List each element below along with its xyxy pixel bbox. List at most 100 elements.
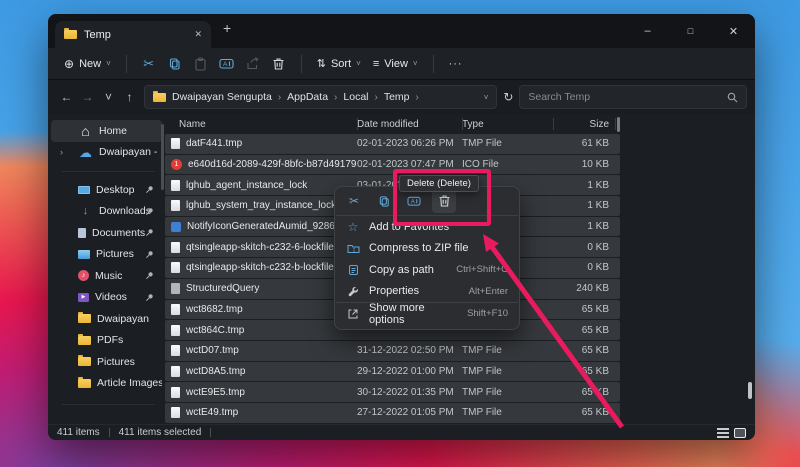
share-button[interactable]	[240, 52, 266, 76]
file-date-modified: 27-12-2022 01:05 PM	[357, 407, 462, 418]
sidebar-item-icon	[78, 124, 93, 138]
view-button[interactable]: ≡ View ˅	[367, 54, 424, 74]
view-button-label: View	[384, 58, 408, 70]
column-divider[interactable]	[553, 118, 554, 130]
breadcrumb-segment[interactable]: Temp	[384, 91, 410, 103]
search-input[interactable]	[528, 91, 721, 103]
file-row[interactable]: wctE49.tmp 27-12-2022 01:05 PM TMP File …	[165, 403, 620, 423]
expand-chevron-icon[interactable]: ›	[60, 147, 63, 157]
trash-icon	[272, 57, 285, 71]
sidebar-item-icon	[78, 186, 90, 194]
forward-button[interactable]: →	[77, 85, 98, 109]
sidebar-item-pictures[interactable]: › Pictures	[51, 351, 162, 373]
context-menu-item-properties[interactable]: Properties Alt+Enter	[335, 281, 519, 303]
sidebar-item-icon	[78, 146, 93, 159]
file-size: 61 KB	[553, 138, 615, 149]
sidebar-item-icon	[78, 293, 89, 302]
copy-button[interactable]	[162, 52, 188, 76]
details-view-icon[interactable]	[717, 428, 729, 438]
desktop-wallpaper: Temp ✕ + – □ ✕ ⊕ New ˅ ✂	[0, 0, 800, 467]
file-name: e640d16d-2089-429f-8bfc-b87d49179394.tmp	[188, 159, 357, 170]
file-type: TMP File	[462, 345, 553, 356]
list-scrollbar-thumb[interactable]	[617, 117, 620, 132]
file-row[interactable]: wctE9E5.tmp 30-12-2022 01:35 PM TMP File…	[165, 382, 620, 402]
column-header-date[interactable]: Date modified	[357, 119, 462, 130]
new-button[interactable]: ⊕ New ˅	[58, 53, 117, 75]
up-button[interactable]: ↑	[119, 85, 140, 109]
back-button[interactable]: ←	[56, 85, 77, 109]
file-icon	[171, 159, 182, 170]
cut-button[interactable]: ✂	[136, 52, 162, 76]
sidebar-scrollbar[interactable]	[161, 124, 164, 190]
file-row[interactable]: wctD8A5.tmp 29-12-2022 01:00 PM TMP File…	[165, 362, 620, 382]
close-button[interactable]: ✕	[712, 14, 755, 48]
file-name: wctD8A5.tmp	[186, 366, 245, 377]
column-divider[interactable]	[462, 118, 463, 130]
file-date-modified: 31-12-2022 02:50 PM	[357, 345, 462, 356]
sidebar-item-downloads[interactable]: › Downloads	[51, 201, 162, 223]
file-type: TMP File	[462, 407, 553, 418]
breadcrumb-segment[interactable]: AppData	[287, 91, 328, 103]
breadcrumb[interactable]: Dwaipayan Sengupta›AppData›Local›Temp› ˅	[144, 85, 497, 109]
sidebar-item-dwaipayan[interactable]: › Dwaipayan	[51, 308, 162, 330]
pin-icon	[145, 250, 154, 259]
refresh-button[interactable]: ↻	[497, 90, 519, 104]
column-header-name[interactable]: Name	[165, 119, 357, 130]
view-toggles	[717, 428, 746, 438]
tab-close-icon[interactable]: ✕	[194, 29, 202, 40]
sidebar-item-icon	[78, 357, 91, 366]
sidebar-divider	[62, 171, 155, 172]
pin-icon	[145, 207, 154, 216]
context-menu-item-compress-to-zip-file[interactable]: Compress to ZIP file	[335, 238, 519, 260]
file-row[interactable]: wctD07.tmp 31-12-2022 02:50 PM TMP File …	[165, 341, 620, 361]
sidebar-item-music[interactable]: › Music	[51, 265, 162, 287]
minimize-button[interactable]: –	[626, 14, 669, 48]
large-icons-view-icon[interactable]	[734, 428, 746, 438]
search-box[interactable]	[519, 85, 747, 109]
address-chevron-icon[interactable]: ˅	[484, 93, 489, 102]
sidebar-item-article-images[interactable]: › Article Images	[51, 373, 162, 395]
maximize-button[interactable]: □	[669, 14, 712, 48]
sidebar-item-pdfs[interactable]: › PDFs	[51, 330, 162, 352]
file-icon	[171, 325, 180, 336]
file-row[interactable]: datF441.tmp 02-01-2023 06:26 PM TMP File…	[165, 134, 620, 154]
annotation-highlight-box	[393, 169, 491, 226]
sidebar-item-dwaipayan-per[interactable]: › Dwaipayan - Per	[51, 142, 162, 164]
sidebar-item-documents[interactable]: › Documents	[51, 222, 162, 244]
new-tab-button[interactable]: +	[223, 20, 231, 36]
window-scrollbar-thumb[interactable]	[748, 382, 752, 399]
sort-button[interactable]: ⇅ Sort ˅	[311, 53, 367, 74]
selected-count: 411 items selected	[119, 427, 202, 438]
breadcrumb-segment[interactable]: Local	[343, 91, 368, 103]
sidebar-item-videos[interactable]: › Videos	[51, 287, 162, 309]
folder-icon	[153, 93, 166, 102]
file-name: wctE9E5.tmp	[186, 387, 245, 398]
context-menu-item-show-more-options[interactable]: Show more options Shift+F10	[335, 303, 519, 325]
file-name: qtsingleapp-skitch-c232-6-lockfile	[186, 242, 334, 253]
pin-icon	[145, 293, 154, 302]
paste-button[interactable]	[188, 52, 214, 76]
tab-temp[interactable]: Temp ✕	[55, 21, 211, 48]
breadcrumb-segment[interactable]: Dwaipayan Sengupta	[172, 91, 272, 103]
file-size: 65 KB	[553, 304, 615, 315]
see-more-button[interactable]: ···	[443, 52, 469, 76]
cut-icon[interactable]: ✂	[342, 189, 366, 213]
file-name: lghub_system_tray_instance_lock	[186, 200, 336, 211]
sidebar-item-home[interactable]: › Home	[51, 120, 162, 142]
column-divider[interactable]	[357, 118, 358, 130]
column-header-size[interactable]: Size	[553, 119, 615, 130]
file-size: 65 KB	[553, 345, 615, 356]
context-menu-item-copy-as-path[interactable]: Copy as path Ctrl+Shift+C	[335, 259, 519, 281]
delete-button[interactable]	[266, 52, 292, 76]
column-header-type[interactable]: Type	[462, 119, 553, 130]
menu-item-label: Properties	[369, 285, 419, 297]
column-divider[interactable]	[615, 118, 616, 130]
sort-arrows-icon: ⇅	[317, 57, 326, 70]
sidebar-item-desktop[interactable]: › Desktop	[51, 179, 162, 201]
file-name: StructuredQuery	[186, 283, 259, 294]
history-chevron-icon[interactable]: ˅	[98, 85, 119, 109]
sidebar-item-pictures[interactable]: › Pictures	[51, 244, 162, 266]
rename-button[interactable]: A	[214, 52, 240, 76]
sidebar-item-label: Home	[99, 125, 127, 137]
pin-icon	[145, 185, 154, 194]
